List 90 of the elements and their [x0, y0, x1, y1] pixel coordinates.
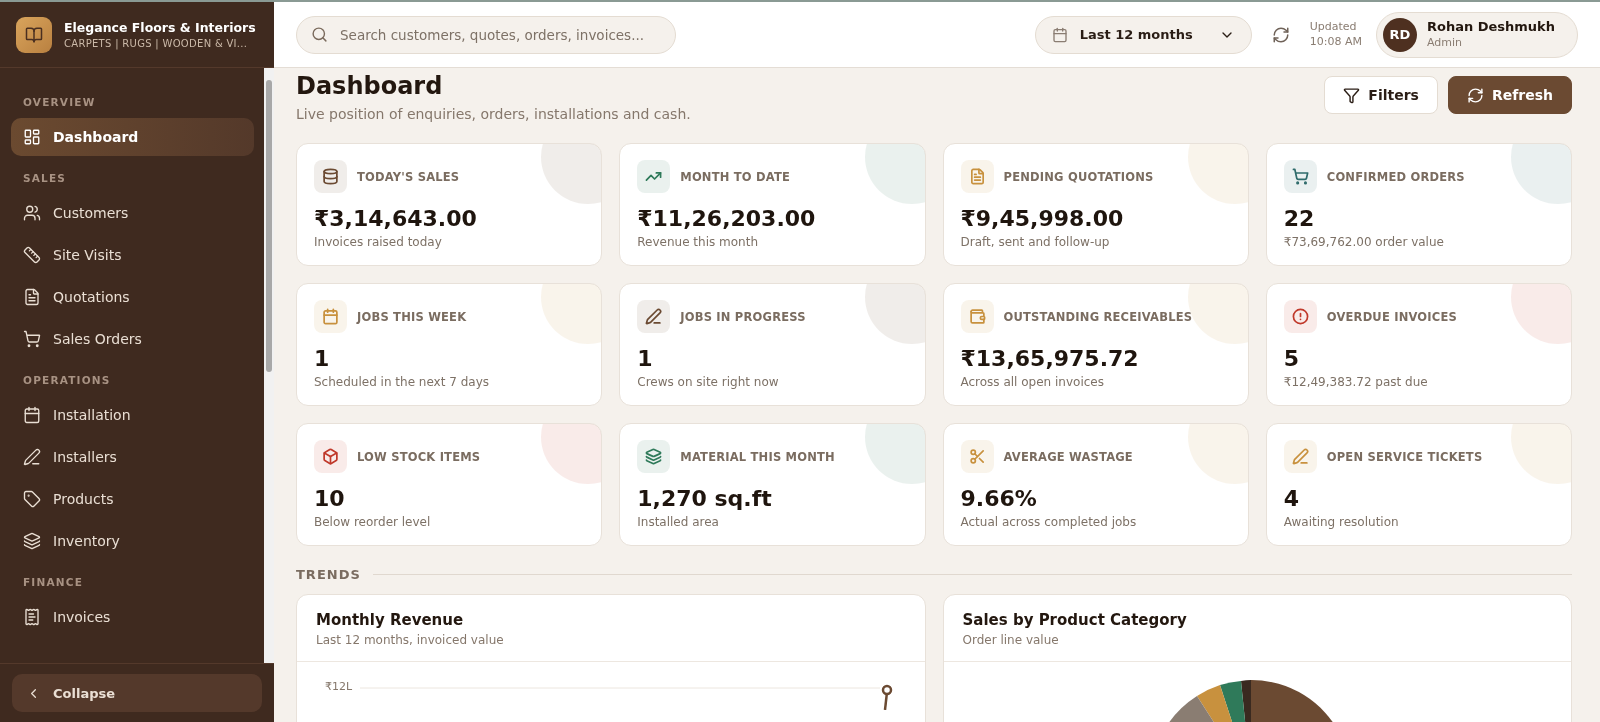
- brand-tagline: CARPETS | RUGS | WOODEN & VI...: [64, 38, 249, 49]
- pencil-icon: [23, 448, 41, 466]
- document-icon: [23, 288, 41, 306]
- user-role: Admin: [1426, 35, 1463, 51]
- calendar-icon: [23, 406, 41, 424]
- nav-item[interactable]: Sales Orders: [11, 320, 254, 358]
- nav-item[interactable]: Site Visits: [11, 236, 254, 274]
- logo-icon: [16, 16, 52, 53]
- stat-title: MATERIAL THIS MONTH: [680, 449, 835, 464]
- stat-title: MONTH TO DATE: [680, 169, 791, 184]
- calendar-icon: [1051, 26, 1068, 43]
- stat-value: ₹11,26,203.00: [637, 206, 817, 231]
- nav-item[interactable]: Quotations: [11, 278, 254, 316]
- stat-note: Below reorder level: [314, 515, 432, 529]
- scrollbar[interactable]: [264, 68, 274, 663]
- avatar: RD: [1382, 17, 1417, 52]
- updated-time: 10:08 AM: [1309, 34, 1362, 49]
- nav-section-title: OVERVIEW: [22, 95, 97, 110]
- refresh-icon[interactable]: [1271, 25, 1290, 44]
- nav-item[interactable]: Installation: [11, 396, 254, 434]
- nav-item[interactable]: Invoices: [11, 598, 254, 636]
- refresh-button[interactable]: Refresh: [1447, 76, 1572, 114]
- stat-note: Awaiting resolution: [1283, 515, 1400, 529]
- search-field[interactable]: Search customers, quotes, orders, invoices...: [296, 15, 676, 54]
- refresh-icon: [1466, 86, 1484, 104]
- nav-item[interactable]: Customers: [11, 194, 254, 232]
- chart-title: Sales by Product Category: [962, 611, 1188, 629]
- stat-title: PENDING QUOTATIONS: [1003, 169, 1154, 184]
- stat-value: 5: [1283, 346, 1301, 371]
- nav-item[interactable]: Products: [11, 480, 254, 518]
- nav-item[interactable]: Dashboard: [11, 118, 254, 156]
- stat-note: Invoices raised today: [314, 235, 443, 249]
- stat-value: 1: [314, 346, 331, 371]
- stat-note: Actual across completed jobs: [960, 515, 1138, 529]
- stat-title: OUTSTANDING RECEIVABLES: [1003, 309, 1193, 324]
- stat-note: Crews on site right now: [637, 375, 780, 389]
- stat-title: CONFIRMED ORDERS: [1326, 169, 1465, 184]
- stat-title: AVERAGE WASTAGE: [1003, 449, 1133, 464]
- stat-value: ₹9,45,998.00: [960, 206, 1125, 231]
- line-point-drawing: [881, 684, 893, 710]
- stat-value: ₹13,65,975.72: [960, 346, 1140, 371]
- nav-section-title: FINANCE: [22, 575, 85, 590]
- stat-value: 9.66%: [960, 486, 1038, 511]
- stat-value: 22: [1283, 206, 1316, 231]
- filters-button[interactable]: Filters: [1324, 76, 1438, 114]
- stat-title: JOBS THIS WEEK: [357, 309, 467, 324]
- chart-subtitle: Order line value: [962, 633, 1060, 647]
- nav-item[interactable]: Installers: [11, 438, 254, 476]
- filter-icon: [1343, 86, 1361, 104]
- tag-icon: [23, 490, 41, 508]
- stat-note: Across all open invoices: [960, 375, 1105, 389]
- users-icon: [23, 204, 41, 222]
- receipt-icon: [23, 608, 41, 626]
- user-menu[interactable]: RD Rohan Deshmukh Admin: [1375, 11, 1578, 58]
- page-subtitle: Live position of enquiries, orders, installations and cash.: [296, 106, 691, 122]
- updated-label: Updated: [1309, 20, 1358, 35]
- stat-value: 4: [1283, 486, 1301, 511]
- grid-icon: [23, 128, 41, 146]
- stat-note: Revenue this month: [637, 235, 759, 249]
- stat-title: OVERDUE INVOICES: [1326, 309, 1457, 324]
- cart-icon: [23, 330, 41, 348]
- page-title: Dashboard: [296, 72, 444, 100]
- stat-note: ₹73,69,762.00 order value: [1283, 235, 1445, 249]
- ruler-icon: [23, 246, 41, 264]
- layers-icon: [23, 532, 41, 550]
- stat-title: OPEN SERVICE TICKETS: [1326, 449, 1483, 464]
- stat-value: 1,270 sq.ft: [637, 486, 773, 511]
- stat-title: JOBS IN PROGRESS: [680, 309, 806, 324]
- collapse-button[interactable]: Collapse: [12, 674, 262, 712]
- search-input[interactable]: Search customers, quotes, orders, invoices...: [338, 25, 661, 44]
- chart-title: Monthly Revenue: [316, 611, 465, 629]
- user-name: Rohan Deshmukh: [1426, 18, 1555, 36]
- chart-subtitle: Last 12 months, invoiced value: [316, 633, 505, 647]
- nav-item[interactable]: Inventory: [11, 522, 254, 560]
- search-icon: [311, 26, 328, 43]
- stat-note: Draft, sent and follow-up: [960, 235, 1111, 249]
- stat-value: 1: [637, 346, 654, 371]
- stat-title: TODAY'S SALES: [357, 169, 460, 184]
- nav-section-title: OPERATIONS: [22, 373, 112, 388]
- stat-note: Scheduled in the next 7 days: [314, 375, 490, 389]
- stat-title: LOW STOCK ITEMS: [357, 449, 481, 464]
- stat-value: ₹3,14,643.00: [314, 206, 478, 231]
- stat-note: Installed area: [637, 515, 720, 529]
- axis-tick-label: ₹12L: [325, 680, 353, 693]
- period-dropdown[interactable]: Last 12 months: [1034, 15, 1252, 54]
- stat-value: 10: [314, 486, 346, 511]
- stat-note: ₹12,49,383.72 past due: [1283, 375, 1429, 389]
- brand-name: Elegance Floors & Interiors: [64, 20, 256, 35]
- section-heading: TRENDS: [296, 567, 361, 582]
- nav-section-title: SALES: [22, 171, 68, 186]
